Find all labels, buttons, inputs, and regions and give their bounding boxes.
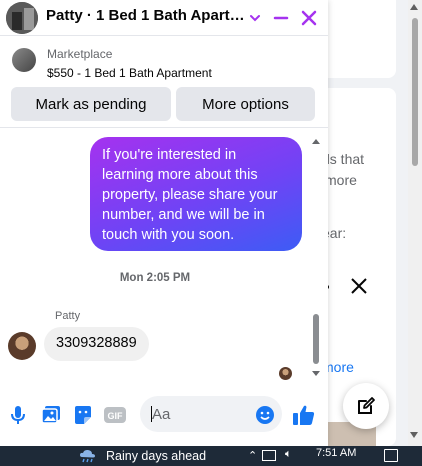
- new-message-button[interactable]: [343, 383, 389, 429]
- marketplace-label: Marketplace: [47, 47, 113, 61]
- sticker-icon: [75, 406, 91, 424]
- volume-icon[interactable]: 🔈︎: [285, 448, 292, 461]
- background-text-2: more: [325, 172, 357, 188]
- show-hidden-icons-chevron-icon[interactable]: ⌃: [248, 449, 257, 462]
- more-options-button[interactable]: More options: [176, 87, 315, 121]
- page-scrollbar-thumb[interactable]: [412, 18, 418, 166]
- message-thread[interactable]: If you're interested in learning more ab…: [0, 129, 328, 383]
- thread-scroll-up-icon[interactable]: [312, 139, 320, 144]
- sender-avatar[interactable]: [8, 332, 36, 360]
- close-icon: [301, 10, 317, 26]
- outgoing-message[interactable]: If you're interested in learning more ab…: [90, 137, 302, 251]
- scroll-up-arrow-icon[interactable]: [410, 4, 418, 10]
- notifications-icon[interactable]: [384, 449, 398, 462]
- listing-thumbnail[interactable]: [12, 48, 36, 72]
- chat-title[interactable]: Patty · 1 Bed 1 Bath Apart…: [46, 7, 245, 24]
- microphone-icon: [11, 406, 25, 424]
- background-text-1: ds that: [322, 151, 365, 167]
- gif-button[interactable]: GIF: [103, 403, 127, 427]
- chat-header: Patty · 1 Bed 1 Bath Apart…: [0, 0, 328, 36]
- weather-widget[interactable]: Rainy days ahead: [106, 449, 206, 463]
- marketplace-listing-panel: Marketplace $550 - 1 Bed 1 Bath Apartmen…: [0, 38, 328, 128]
- gif-icon: GIF: [104, 407, 126, 423]
- emoji-button[interactable]: [253, 403, 277, 427]
- windows-taskbar: Rainy days ahead ⌃ 🔈︎ 7:51 AM: [0, 446, 422, 466]
- scroll-down-arrow-icon[interactable]: [410, 432, 418, 438]
- chevron-down-icon: [250, 15, 260, 22]
- voice-clip-button[interactable]: [6, 403, 30, 427]
- network-icon[interactable]: [262, 450, 276, 461]
- thumbs-up-icon: [293, 405, 315, 425]
- listing-title[interactable]: $550 - 1 Bed 1 Bath Apartment: [47, 66, 212, 80]
- text-caret: [151, 406, 152, 422]
- listing-avatar[interactable]: [6, 2, 38, 34]
- send-like-button[interactable]: [292, 403, 316, 427]
- sticker-button[interactable]: [71, 403, 95, 427]
- background-close-icon[interactable]: [349, 276, 369, 296]
- mark-as-pending-button[interactable]: Mark as pending: [11, 87, 171, 121]
- minimize-icon: [273, 16, 289, 20]
- message-composer: GIF: [0, 395, 328, 435]
- emoji-icon: [256, 406, 274, 424]
- photo-icon: [41, 406, 60, 424]
- rain-cloud-icon[interactable]: [78, 448, 98, 464]
- options-chevron-button[interactable]: [241, 4, 269, 32]
- compose-icon: [358, 397, 375, 414]
- close-chat-button[interactable]: [295, 4, 323, 32]
- attach-photo-button[interactable]: [39, 403, 63, 427]
- chat-window: Patty · 1 Bed 1 Bath Apart… Marketplace …: [0, 0, 328, 446]
- minimize-button[interactable]: [267, 4, 295, 32]
- incoming-message[interactable]: 3309328889: [44, 327, 149, 361]
- thread-scrollbar-thumb[interactable]: [313, 314, 319, 364]
- svg-text:GIF: GIF: [108, 411, 124, 421]
- message-timestamp: Mon 2:05 PM: [119, 272, 191, 284]
- thread-scroll-down-icon[interactable]: [312, 371, 320, 376]
- seen-indicator-avatar: [279, 367, 292, 380]
- sender-name: Patty: [55, 310, 81, 322]
- clock[interactable]: 7:51 AM: [316, 447, 356, 459]
